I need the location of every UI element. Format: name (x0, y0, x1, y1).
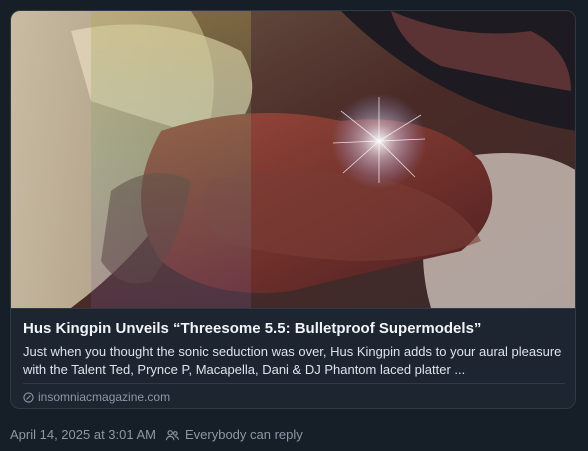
link-preview-domain-text: insomniacmagazine.com (38, 390, 171, 404)
link-preview-description: Just when you thought the sonic seductio… (23, 344, 562, 377)
post-meta: April 14, 2025 at 3:01 AM Everybody can … (10, 426, 303, 444)
post-view: Hus Kingpin Unveils “Threesome 5.5: Bull… (0, 0, 588, 451)
link-preview-title[interactable]: Hus Kingpin Unveils “Threesome 5.5: Bull… (23, 319, 565, 339)
reply-settings[interactable]: Everybody can reply (165, 426, 303, 444)
reply-settings-label: Everybody can reply (184, 427, 303, 442)
link-icon (23, 391, 34, 403)
post-timestamp[interactable]: April 14, 2025 at 3:01 AM (10, 426, 156, 444)
link-preview-image[interactable] (11, 11, 575, 308)
link-preview-body: Hus Kingpin Unveils “Threesome 5.5: Bull… (11, 308, 575, 408)
link-preview-divider (23, 383, 565, 384)
link-preview-card[interactable]: Hus Kingpin Unveils “Threesome 5.5: Bull… (10, 10, 576, 409)
link-preview-domain[interactable]: insomniacmagazine.com (23, 389, 170, 405)
people-icon (165, 428, 180, 443)
